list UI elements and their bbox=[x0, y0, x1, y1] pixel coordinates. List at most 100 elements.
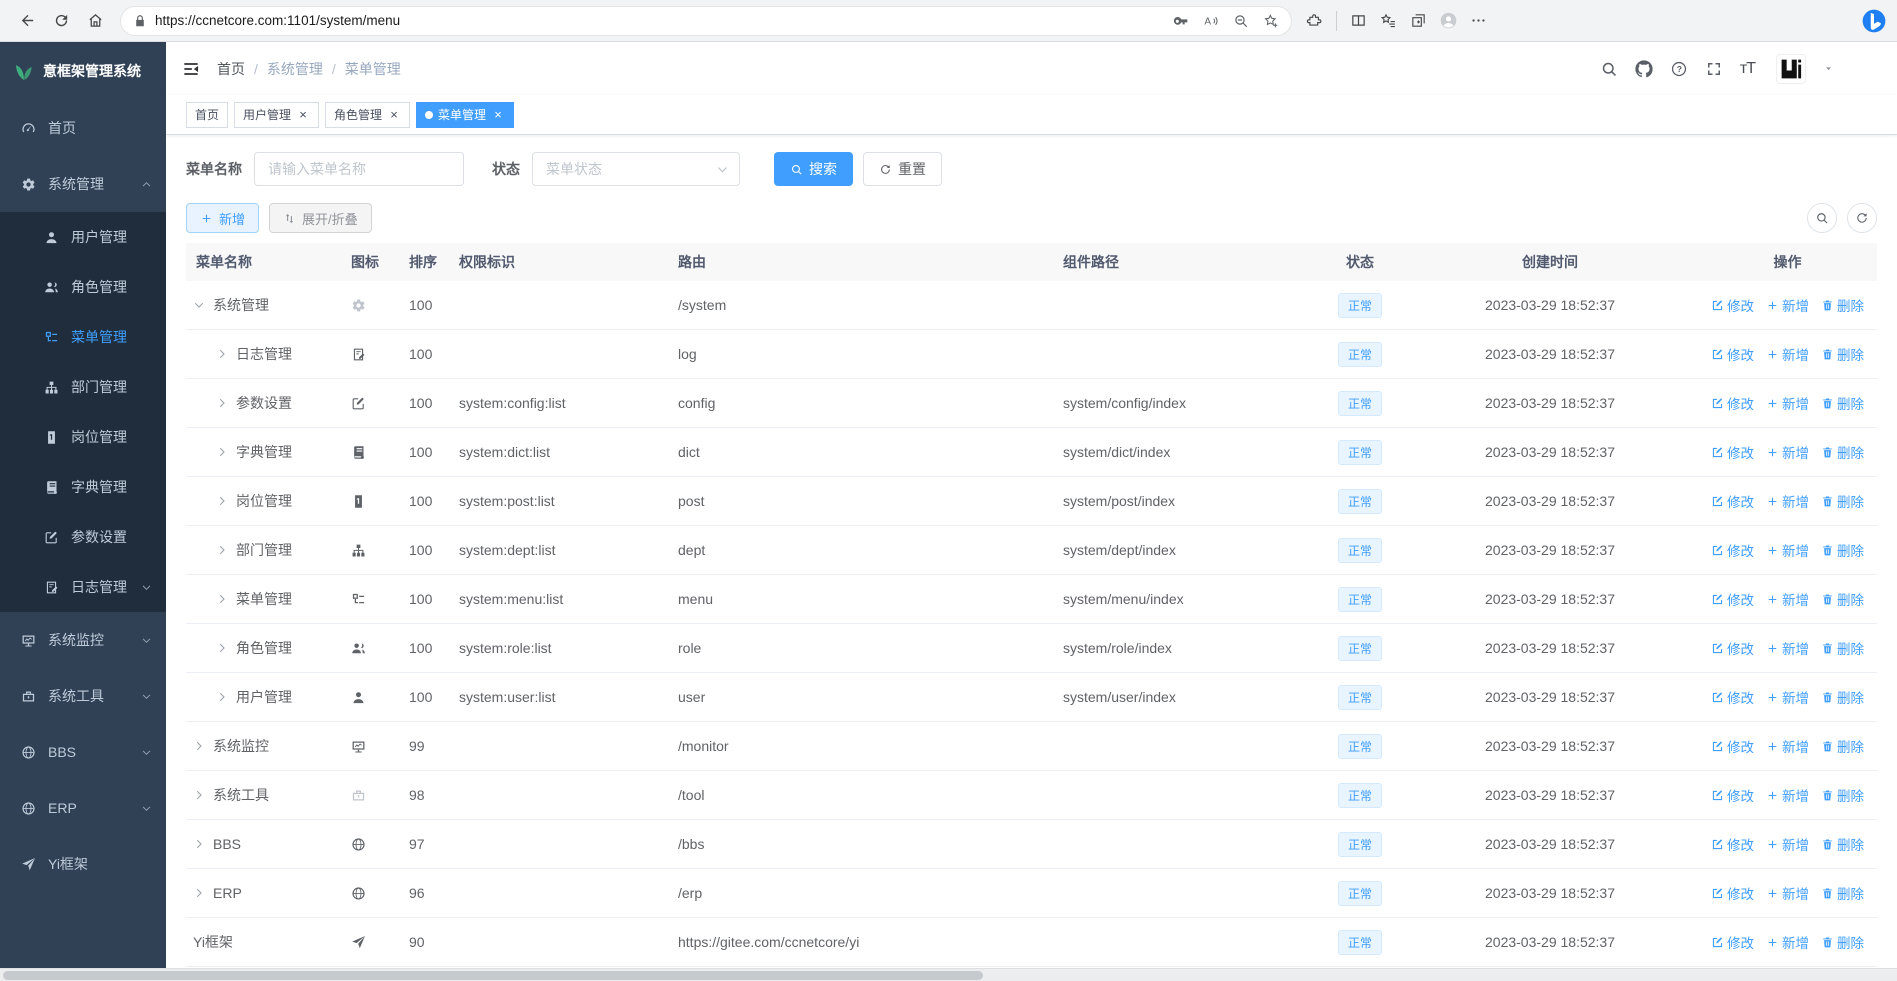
expand-chevron-icon[interactable] bbox=[193, 887, 205, 899]
menu-name-input[interactable] bbox=[254, 152, 464, 186]
tab-tag[interactable]: 菜单管理 × bbox=[416, 101, 515, 128]
expand-chevron-icon[interactable] bbox=[216, 446, 228, 458]
delete-button[interactable]: 删除 bbox=[1821, 687, 1864, 707]
sidebar-item[interactable]: 日志管理 bbox=[0, 562, 166, 612]
expand-chevron-icon[interactable] bbox=[216, 544, 228, 556]
refresh-table-button[interactable] bbox=[1847, 203, 1877, 233]
tab-tag[interactable]: 用户管理 × bbox=[234, 101, 320, 128]
tab-tag[interactable]: 首页 × bbox=[186, 101, 229, 128]
add-child-button[interactable]: 新增 bbox=[1766, 540, 1809, 560]
delete-button[interactable]: 删除 bbox=[1821, 883, 1864, 903]
add-favorite-icon[interactable] bbox=[1263, 13, 1279, 29]
edit-button[interactable]: 修改 bbox=[1711, 834, 1754, 854]
edit-button[interactable]: 修改 bbox=[1711, 638, 1754, 658]
breadcrumb-home[interactable]: 首页 bbox=[217, 59, 245, 79]
app-logo[interactable]: 意框架管理系统 bbox=[0, 42, 166, 100]
sidebar-item[interactable]: 菜单管理 bbox=[0, 312, 166, 362]
edit-button[interactable]: 修改 bbox=[1711, 687, 1754, 707]
extensions-icon[interactable] bbox=[1306, 12, 1323, 29]
scrollbar-thumb[interactable] bbox=[3, 971, 983, 980]
add-child-button[interactable]: 新增 bbox=[1766, 393, 1809, 413]
expand-chevron-icon[interactable] bbox=[216, 348, 228, 360]
edit-button[interactable]: 修改 bbox=[1711, 295, 1754, 315]
status-select[interactable]: 菜单状态 bbox=[532, 152, 740, 186]
sidebar-item[interactable]: BBS bbox=[0, 724, 166, 780]
caret-down-icon[interactable] bbox=[1823, 63, 1834, 74]
edit-button[interactable]: 修改 bbox=[1711, 344, 1754, 364]
sidebar-item[interactable]: 系统监控 bbox=[0, 612, 166, 668]
close-icon[interactable]: × bbox=[491, 108, 505, 122]
delete-button[interactable]: 删除 bbox=[1821, 540, 1864, 560]
password-key-icon[interactable] bbox=[1173, 13, 1189, 29]
search-icon[interactable] bbox=[1600, 60, 1618, 78]
sidebar-fold-icon[interactable] bbox=[181, 59, 201, 79]
browser-refresh-button[interactable] bbox=[44, 4, 78, 38]
horizontal-scrollbar[interactable] bbox=[0, 968, 1897, 981]
font-size-icon[interactable]: тT bbox=[1740, 60, 1756, 78]
tab-tag[interactable]: 角色管理 × bbox=[325, 101, 411, 128]
sidebar-item[interactable]: 系统工具 bbox=[0, 668, 166, 724]
edit-button[interactable]: 修改 bbox=[1711, 393, 1754, 413]
sidebar-item[interactable]: 角色管理 bbox=[0, 262, 166, 312]
add-child-button[interactable]: 新增 bbox=[1766, 589, 1809, 609]
add-child-button[interactable]: 新增 bbox=[1766, 344, 1809, 364]
sidebar-item[interactable]: 字典管理 bbox=[0, 462, 166, 512]
add-child-button[interactable]: 新增 bbox=[1766, 442, 1809, 462]
delete-button[interactable]: 删除 bbox=[1821, 834, 1864, 854]
browser-back-button[interactable] bbox=[10, 4, 44, 38]
edit-button[interactable]: 修改 bbox=[1711, 932, 1754, 952]
edit-button[interactable]: 修改 bbox=[1711, 442, 1754, 462]
sidebar-item[interactable]: 岗位管理 bbox=[0, 412, 166, 462]
add-child-button[interactable]: 新增 bbox=[1766, 932, 1809, 952]
split-screen-icon[interactable] bbox=[1350, 12, 1367, 29]
add-child-button[interactable]: 新增 bbox=[1766, 883, 1809, 903]
expand-chevron-icon[interactable] bbox=[216, 495, 228, 507]
github-icon[interactable] bbox=[1635, 60, 1653, 78]
delete-button[interactable]: 删除 bbox=[1821, 295, 1864, 315]
expand-collapse-button[interactable]: 展开/折叠 bbox=[269, 203, 372, 233]
expand-chevron-icon[interactable] bbox=[216, 691, 228, 703]
delete-button[interactable]: 删除 bbox=[1821, 491, 1864, 511]
delete-button[interactable]: 删除 bbox=[1821, 932, 1864, 952]
sidebar-item[interactable]: 系统管理 bbox=[0, 156, 166, 212]
delete-button[interactable]: 删除 bbox=[1821, 785, 1864, 805]
delete-button[interactable]: 删除 bbox=[1821, 393, 1864, 413]
delete-button[interactable]: 删除 bbox=[1821, 589, 1864, 609]
add-child-button[interactable]: 新增 bbox=[1766, 638, 1809, 658]
user-avatar[interactable] bbox=[1776, 53, 1806, 84]
address-bar[interactable]: https://ccnetcore.com:1101/system/menu bbox=[120, 5, 1292, 36]
sidebar-item[interactable]: 参数设置 bbox=[0, 512, 166, 562]
help-icon[interactable] bbox=[1670, 60, 1688, 78]
expand-chevron-icon[interactable] bbox=[193, 740, 205, 752]
favorites-icon[interactable] bbox=[1380, 12, 1397, 29]
delete-button[interactable]: 删除 bbox=[1821, 736, 1864, 756]
add-child-button[interactable]: 新增 bbox=[1766, 491, 1809, 511]
zoom-out-icon[interactable] bbox=[1233, 13, 1249, 29]
edit-button[interactable]: 修改 bbox=[1711, 589, 1754, 609]
sidebar-item[interactable]: 首页 bbox=[0, 100, 166, 156]
add-child-button[interactable]: 新增 bbox=[1766, 834, 1809, 854]
url-text[interactable]: https://ccnetcore.com:1101/system/menu bbox=[155, 13, 1173, 28]
sidebar-item[interactable]: 部门管理 bbox=[0, 362, 166, 412]
add-child-button[interactable]: 新增 bbox=[1766, 295, 1809, 315]
sidebar-item[interactable]: 用户管理 bbox=[0, 212, 166, 262]
edit-button[interactable]: 修改 bbox=[1711, 785, 1754, 805]
collections-icon[interactable] bbox=[1410, 12, 1427, 29]
profile-avatar[interactable] bbox=[1440, 12, 1457, 29]
expand-chevron-icon[interactable] bbox=[216, 593, 228, 605]
edit-button[interactable]: 修改 bbox=[1711, 491, 1754, 511]
delete-button[interactable]: 删除 bbox=[1821, 344, 1864, 364]
search-button[interactable]: 搜索 bbox=[774, 152, 853, 186]
edit-button[interactable]: 修改 bbox=[1711, 883, 1754, 903]
browser-home-button[interactable] bbox=[78, 4, 112, 38]
sidebar-item[interactable]: Yi框架 bbox=[0, 836, 166, 892]
add-child-button[interactable]: 新增 bbox=[1766, 785, 1809, 805]
edit-button[interactable]: 修改 bbox=[1711, 736, 1754, 756]
fullscreen-icon[interactable] bbox=[1705, 60, 1723, 78]
reset-button[interactable]: 重置 bbox=[863, 152, 942, 186]
show-search-toggle-button[interactable] bbox=[1807, 203, 1837, 233]
edit-button[interactable]: 修改 bbox=[1711, 540, 1754, 560]
expand-chevron-icon[interactable] bbox=[216, 642, 228, 654]
expand-chevron-icon[interactable] bbox=[193, 299, 205, 311]
read-aloud-icon[interactable] bbox=[1203, 13, 1219, 29]
